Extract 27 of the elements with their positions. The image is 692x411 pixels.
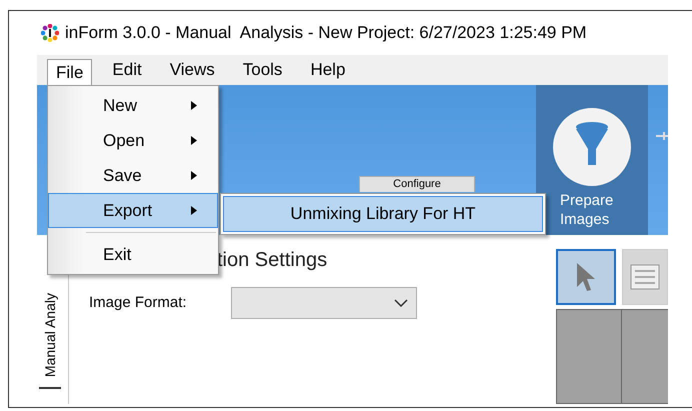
image-format-label: Image Format: [89, 292, 187, 313]
menu-item[interactable]: Open [48, 123, 218, 158]
menu-item[interactable]: File [47, 59, 92, 85]
funnel-icon [552, 107, 632, 187]
text-document-icon [630, 264, 660, 290]
pointer-icon [575, 262, 597, 292]
menu-item[interactable]: Edit [104, 57, 150, 83]
menu-item[interactable]: Tools [234, 57, 290, 83]
menu-item[interactable]: Export [48, 193, 218, 228]
pointer-tool-button[interactable] [556, 249, 616, 305]
submenu-arrow-icon [191, 136, 197, 145]
menu-item[interactable]: New [48, 88, 218, 123]
menu-item[interactable]: Save [48, 158, 218, 193]
chevron-down-icon [394, 299, 408, 307]
submenu-arrow-icon [191, 171, 197, 180]
menu-item[interactable]: Views [162, 57, 223, 83]
submenu-arrow-icon [191, 206, 197, 215]
menu-item[interactable]: Help [302, 57, 354, 83]
text-tool-button[interactable] [622, 249, 668, 305]
image-format-dropdown[interactable] [230, 287, 417, 319]
section-heading: tion Settings [217, 248, 328, 273]
app-logo-icon [41, 24, 59, 42]
window-title: inForm 3.0.0 - Manual Analysis - New Project: 6/27/2023 1:25:49 PM [65, 22, 587, 44]
configure-button[interactable]: Configure [359, 176, 475, 192]
submenu-arrow-icon [191, 101, 197, 110]
prepare-images-button[interactable]: Prepare Images [536, 85, 648, 235]
menu-item[interactable]: Unmixing Library For HT [223, 196, 543, 232]
